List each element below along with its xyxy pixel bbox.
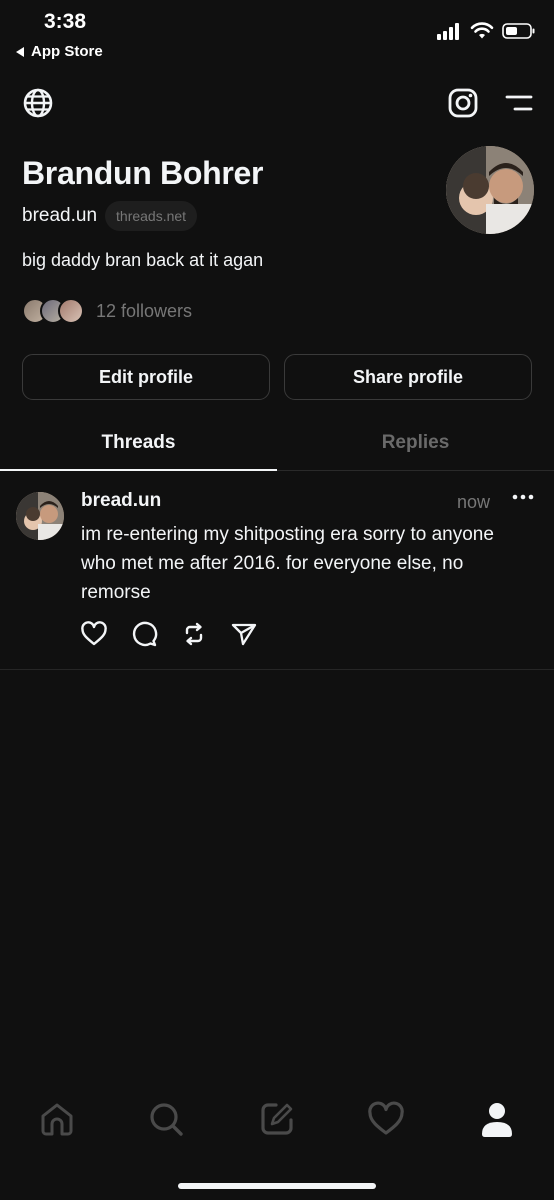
tab-threads[interactable]: Threads [0, 432, 277, 472]
back-app-label: App Store [31, 43, 103, 60]
more-options-icon[interactable] [512, 492, 534, 502]
share-profile-button[interactable]: Share profile [284, 354, 532, 400]
follower-avatar [58, 298, 84, 324]
profile-avatar[interactable] [446, 146, 534, 234]
activity-heart-icon[interactable] [367, 1100, 405, 1138]
back-to-app-store[interactable]: App Store [16, 43, 103, 60]
status-icons [436, 22, 536, 40]
menu-icon[interactable] [504, 92, 534, 114]
repost-icon[interactable] [180, 620, 208, 648]
comment-icon[interactable] [130, 620, 158, 648]
profile-name: Brandun Bohrer [22, 155, 264, 191]
send-icon[interactable] [230, 620, 258, 648]
post-username[interactable]: bread.un [81, 490, 161, 512]
followers-link[interactable]: 12 followers [22, 298, 192, 324]
edit-profile-button[interactable]: Edit profile [22, 354, 270, 400]
profile-bio: big daddy bran back at it agan [22, 250, 264, 270]
post-text: im re-entering my shitposting era sorry … [81, 524, 494, 603]
post-timestamp: now [457, 492, 491, 512]
profile-icon[interactable] [478, 1100, 516, 1138]
battery-icon [502, 23, 535, 39]
active-tab-indicator [0, 469, 277, 471]
status-time: 3:38 [44, 10, 87, 33]
post-divider [0, 669, 554, 670]
domain-badge[interactable]: threads.net [105, 201, 198, 231]
follower-avatars [22, 298, 86, 324]
followers-count: 12 followers [96, 300, 193, 321]
search-icon[interactable] [147, 1100, 185, 1138]
instagram-icon[interactable] [447, 87, 479, 119]
back-arrow-icon [16, 46, 24, 57]
post-avatar-photo [16, 492, 64, 540]
post-actions [80, 620, 258, 648]
globe-icon[interactable] [22, 87, 54, 119]
heart-icon[interactable] [80, 620, 108, 648]
home-indicator [178, 1183, 376, 1189]
wifi-icon [470, 22, 494, 39]
compose-icon[interactable] [258, 1100, 296, 1138]
bottom-navigation [0, 1100, 554, 1146]
avatar-photo [446, 146, 534, 234]
tab-replies[interactable]: Replies [277, 432, 554, 472]
profile-handle: bread.un [22, 205, 98, 226]
signal-icon [437, 23, 459, 40]
post-avatar[interactable] [16, 492, 64, 540]
handle-row: bread.un threads.net [22, 201, 198, 231]
home-icon[interactable] [38, 1100, 76, 1138]
